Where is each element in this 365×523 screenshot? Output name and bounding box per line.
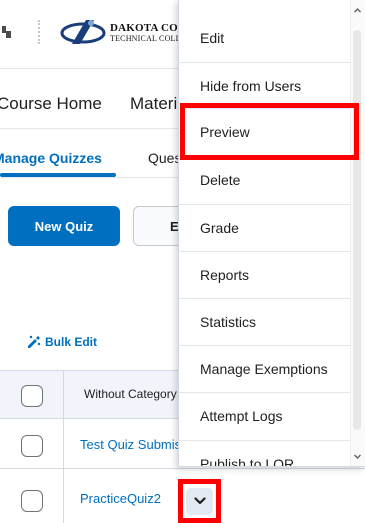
menu-item-delete[interactable]: Delete: [179, 156, 351, 204]
column-divider: [63, 370, 64, 523]
quiz-context-menu: Edit Hide from Users Preview Delete Grad…: [178, 0, 365, 467]
header-divider: [38, 20, 40, 44]
quiz-actions-button[interactable]: [186, 487, 213, 515]
row-checkbox[interactable]: [21, 435, 43, 457]
select-all-checkbox[interactable]: [21, 385, 43, 407]
new-quiz-button[interactable]: New Quiz: [8, 206, 120, 246]
scroll-up-icon[interactable]: [353, 6, 362, 15]
menu-item-manage-exemptions[interactable]: Manage Exemptions: [179, 345, 351, 393]
actions-dropdown-highlight: [178, 479, 221, 523]
menu-item-attempt-logs[interactable]: Attempt Logs: [179, 392, 351, 440]
scroll-down-icon[interactable]: [353, 452, 362, 461]
preview-highlight-box: [180, 103, 359, 160]
scrollbar-thumb[interactable]: [353, 30, 361, 430]
college-logo-icon[interactable]: [60, 16, 106, 48]
chevron-down-icon: [193, 497, 206, 505]
bulk-edit-link[interactable]: Bulk Edit: [45, 335, 97, 349]
menu-item-reports[interactable]: Reports: [179, 251, 351, 299]
menu-scrollbar[interactable]: [350, 0, 365, 466]
nav-course-home[interactable]: Course Home: [0, 94, 102, 114]
menu-item-statistics[interactable]: Statistics: [179, 298, 351, 346]
bulk-edit-icon[interactable]: [26, 333, 42, 349]
app-launcher-icon[interactable]: [0, 24, 12, 40]
table-header-label: Without Category: [84, 387, 177, 401]
quiz-link[interactable]: PracticeQuiz2: [80, 491, 161, 506]
menu-item-edit[interactable]: Edit: [179, 14, 351, 62]
menu-item-publish-to-lor[interactable]: Publish to LOR: [179, 440, 351, 466]
row-checkbox[interactable]: [21, 490, 43, 512]
menu-item-grade[interactable]: Grade: [179, 204, 351, 252]
tab-manage-quizzes[interactable]: Manage Quizzes: [0, 150, 102, 166]
